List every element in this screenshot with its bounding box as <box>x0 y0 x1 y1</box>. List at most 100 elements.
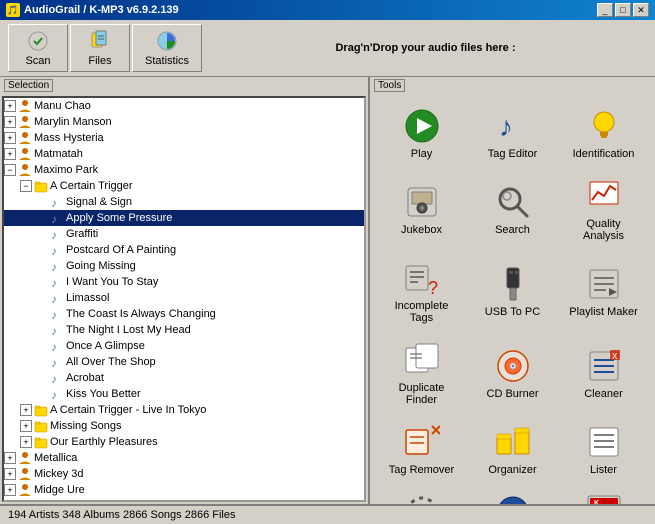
tool-settings[interactable]: Settings <box>378 487 465 504</box>
tree-label-allover: All Over The Shop <box>66 356 156 368</box>
tree-label-wantyou: I Want You To Stay <box>66 276 158 288</box>
tree-item-going[interactable]: ♪ Going Missing <box>4 258 364 274</box>
tree-label-trigger2: A Certain Trigger - Live In Tokyo <box>50 404 206 416</box>
tree-icon-artist <box>18 99 32 113</box>
tree-item-night[interactable]: ♪ The Night I Lost My Head <box>4 322 364 338</box>
tree-item-missing[interactable]: + Missing Songs <box>4 418 364 434</box>
tool-duplicate-finder[interactable]: Duplicate Finder <box>378 335 465 413</box>
expander-maximo[interactable]: − <box>4 164 16 176</box>
tree-icon-track: ♪ <box>50 227 64 241</box>
tool-icon-duplicate-finder <box>404 342 440 378</box>
tree-icon-track: ♪ <box>50 387 64 401</box>
tool-icon-help: ? <box>495 494 531 504</box>
tools-grid: Play ♪ Tag Editor Identification Jukebox… <box>370 93 655 504</box>
tree-item-signal[interactable]: ♪ Signal & Sign <box>4 194 364 210</box>
expander-earthly[interactable]: + <box>20 436 32 448</box>
tool-label-incomplete-tags: Incomplete Tags <box>383 300 460 324</box>
expander-marylin[interactable]: + <box>4 116 16 128</box>
tree-item-manu[interactable]: + Manu Chao <box>4 98 364 114</box>
tool-jukebox[interactable]: Jukebox <box>378 171 465 249</box>
svg-text:♪: ♪ <box>51 324 57 337</box>
tool-incomplete-tags[interactable]: ? Incomplete Tags <box>378 253 465 331</box>
tools-panel-header: Tools <box>370 77 655 93</box>
svg-text:♪: ♪ <box>51 196 57 209</box>
tree-icon-track: ♪ <box>50 371 64 385</box>
tool-search[interactable]: Search <box>469 171 556 249</box>
tree-item-graffiti[interactable]: ♪ Graffiti <box>4 226 364 242</box>
tool-icon-tag-remover <box>404 424 440 460</box>
tree-container[interactable]: + Manu Chao+ Marylin Manson+ Mass Hyster… <box>2 96 366 502</box>
tree-item-limassol[interactable]: ♪ Limassol <box>4 290 364 306</box>
tool-identification[interactable]: Identification <box>560 101 647 167</box>
statistics-button[interactable]: Statistics <box>132 24 202 72</box>
tree-item-mass[interactable]: + Mass Hysteria <box>4 130 364 146</box>
tree-item-kiss[interactable]: ♪ Kiss You Better <box>4 386 364 402</box>
tree-icon-album <box>34 435 48 449</box>
tool-icon-about: K K-MP3 <box>586 494 622 504</box>
maximize-button[interactable]: □ <box>615 3 631 17</box>
tree-icon-album <box>34 419 48 433</box>
close-button[interactable]: ✕ <box>633 3 649 17</box>
tree-item-acrobat[interactable]: ♪ Acrobat <box>4 370 364 386</box>
content-area: Selection + Manu Chao+ Marylin Manson+ M… <box>0 77 655 504</box>
tool-label-playlist-maker: Playlist Maker <box>569 306 637 318</box>
tool-quality-analysis[interactable]: Quality Analysis <box>560 171 647 249</box>
expander-trigger1[interactable]: − <box>20 180 32 192</box>
tool-icon-search <box>495 184 531 220</box>
tree-item-trigger1[interactable]: − A Certain Trigger <box>4 178 364 194</box>
tree-item-postcard[interactable]: ♪ Postcard Of A Painting <box>4 242 364 258</box>
files-button[interactable]: Files <box>70 24 130 72</box>
expander-metallica[interactable]: + <box>4 452 16 464</box>
tool-icon-usb-to-pc <box>495 266 531 302</box>
svg-text:♪: ♪ <box>51 228 57 241</box>
tree-item-matmatah[interactable]: + Matmatah <box>4 146 364 162</box>
tool-label-duplicate-finder: Duplicate Finder <box>383 382 460 406</box>
tree-item-coast[interactable]: ♪ The Coast Is Always Changing <box>4 306 364 322</box>
tool-play[interactable]: Play <box>378 101 465 167</box>
tool-playlist-maker[interactable]: Playlist Maker <box>560 253 647 331</box>
tree-item-metallica[interactable]: + Metallica <box>4 450 364 466</box>
tree-item-earthly[interactable]: + Our Earthly Pleasures <box>4 434 364 450</box>
tool-organizer[interactable]: Organizer <box>469 417 556 483</box>
expander-mass[interactable]: + <box>4 132 16 144</box>
expander-midge[interactable]: + <box>4 484 16 496</box>
main-window: Scan Files Statistics Drag'n'Drop your a… <box>0 20 655 524</box>
tree-item-maximo[interactable]: − Maximo Park <box>4 162 364 178</box>
tool-help[interactable]: ? Help <box>469 487 556 504</box>
minimize-button[interactable]: _ <box>597 3 613 17</box>
tree-item-mickey[interactable]: + Mickey 3d <box>4 466 364 482</box>
tool-about[interactable]: K K-MP3 About <box>560 487 647 504</box>
tool-tag-editor[interactable]: ♪ Tag Editor <box>469 101 556 167</box>
tool-lister[interactable]: Lister <box>560 417 647 483</box>
tree-item-wantyou[interactable]: ♪ I Want You To Stay <box>4 274 364 290</box>
toolbar: Scan Files Statistics Drag'n'Drop your a… <box>0 20 655 77</box>
tool-cd-burner[interactable]: CD Burner <box>469 335 556 413</box>
tree-label-apply: Apply Some Pressure <box>66 212 172 224</box>
tree-item-midge[interactable]: + Midge Ure <box>4 482 364 498</box>
tree-item-glimpse[interactable]: ♪ Once A Glimpse <box>4 338 364 354</box>
tree-item-marylin[interactable]: + Marylin Manson <box>4 114 364 130</box>
tree-label-limassol: Limassol <box>66 292 109 304</box>
tool-icon-lister <box>586 424 622 460</box>
expander-matmatah[interactable]: + <box>4 148 16 160</box>
tree-item-apply[interactable]: ♪ Apply Some Pressure <box>4 210 364 226</box>
expander-trigger2[interactable]: + <box>20 404 32 416</box>
right-panel: Tools Play ♪ Tag Editor Identification J… <box>370 77 655 504</box>
tree-item-trigger2[interactable]: + A Certain Trigger - Live In Tokyo <box>4 402 364 418</box>
tree-item-allover[interactable]: ♪ All Over The Shop <box>4 354 364 370</box>
tool-label-play: Play <box>411 148 432 160</box>
tool-label-tag-remover: Tag Remover <box>389 464 454 476</box>
tree-label-maximo: Maximo Park <box>34 164 98 176</box>
tool-label-jukebox: Jukebox <box>401 224 442 236</box>
tool-icon-quality-analysis <box>586 178 622 214</box>
tool-usb-to-pc[interactable]: USB To PC <box>469 253 556 331</box>
expander-mickey[interactable]: + <box>4 468 16 480</box>
tool-tag-remover[interactable]: Tag Remover <box>378 417 465 483</box>
tree-icon-track: ♪ <box>50 339 64 353</box>
expander-missing[interactable]: + <box>20 420 32 432</box>
tree-icon-artist <box>18 483 32 497</box>
scan-button[interactable]: Scan <box>8 24 68 72</box>
tool-cleaner[interactable]: X Cleaner <box>560 335 647 413</box>
expander-manu[interactable]: + <box>4 100 16 112</box>
status-bar: 194 Artists 348 Albums 2866 Songs 2866 F… <box>0 504 655 524</box>
